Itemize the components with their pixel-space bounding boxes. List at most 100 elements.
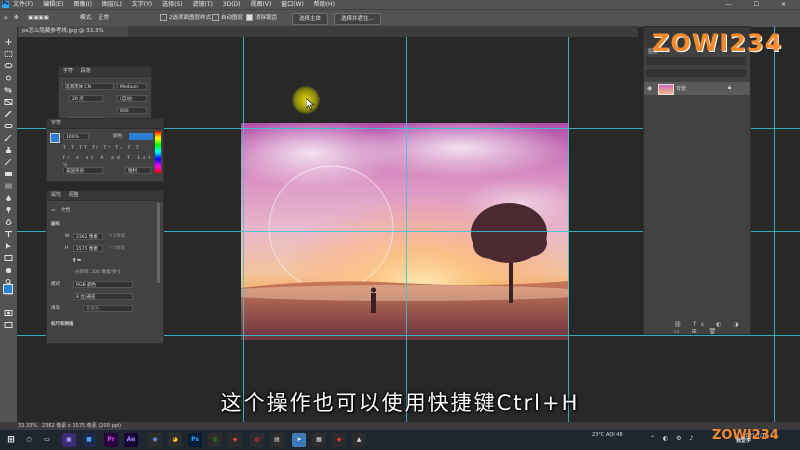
eraser-tool-icon[interactable] [4, 171, 13, 177]
language-select[interactable]: 美国英语 [63, 167, 103, 174]
layer-name[interactable]: 背景 [676, 85, 686, 92]
gradient-tool-icon[interactable] [4, 183, 13, 189]
menu-image[interactable]: 图像(I) [73, 1, 91, 8]
fill-select[interactable]: 背景色 [83, 305, 133, 312]
menu-filter[interactable]: 滤镜(T) [193, 1, 213, 8]
text-color-swatch[interactable] [50, 133, 60, 143]
home-icon[interactable]: ⌂ [4, 10, 8, 27]
leading-field[interactable]: (自动) [117, 95, 147, 102]
opentype-buttons[interactable]: fi ∂ st A ad T 1st ½ [63, 155, 163, 168]
path-selection-tool-icon[interactable] [4, 243, 13, 249]
tab-character[interactable]: 字符 [63, 68, 73, 74]
menu-help[interactable]: 帮助(H) [314, 1, 335, 8]
photoshop-taskbar-icon[interactable]: Ps [188, 433, 202, 447]
app-icon-10[interactable]: ▲ [352, 433, 366, 447]
weather-text[interactable]: 23°C AQI 48 [592, 432, 623, 438]
crop-tool-icon[interactable] [4, 87, 13, 93]
menu-window[interactable]: 窗口(W) [281, 1, 304, 8]
window-controls[interactable]: — ☐ ✕ [726, 0, 796, 9]
dodge-tool-icon[interactable] [4, 207, 13, 213]
app-icon-9[interactable]: ◆ [332, 433, 346, 447]
rectangle-tool-icon[interactable] [4, 255, 13, 261]
menu-layer[interactable]: 图层(L) [102, 1, 122, 8]
windows-start-icon[interactable]: ⊞ [4, 433, 18, 447]
search-icon[interactable]: ○ [22, 433, 36, 447]
wechat-icon[interactable]: ◎ [208, 433, 222, 447]
selection-mode-icons[interactable]: ▣▣▣▣ [28, 10, 49, 27]
history-brush-tool-icon[interactable] [4, 159, 13, 165]
pen-tool-icon[interactable] [4, 219, 13, 225]
check-option-3[interactable]: 消除锯齿 [246, 10, 277, 27]
font-size-field[interactable]: 20 点 [69, 95, 103, 102]
check-option-2[interactable]: 自动图层 [212, 10, 243, 27]
document-tab[interactable]: ps怎么隐藏参考线.jpg @ 33.3%(RGB/8#) * [18, 26, 128, 45]
guide-vertical[interactable] [406, 37, 407, 430]
app-icon-1[interactable]: ▣ [62, 433, 76, 447]
frame-tool-icon[interactable] [4, 99, 13, 105]
y-field[interactable]: Y 0像素 [109, 245, 125, 252]
type-tool-icon[interactable] [4, 231, 13, 237]
menu-type[interactable]: 文字(Y) [132, 1, 152, 8]
width-field[interactable]: 2362 像素 [73, 233, 103, 240]
layer-panel-footer-icons[interactable]: ⛓ fx ◐ ◑ ▭ ⊞ 🗑︎ [674, 321, 750, 335]
app-icon-8[interactable]: ▦ [312, 433, 326, 447]
layer-row-background[interactable]: ◉ 背景 🔒︎ [644, 82, 750, 95]
select-subject-button[interactable]: 选择主体 [292, 13, 329, 25]
blur-tool-icon[interactable] [4, 195, 13, 201]
app-icon-6[interactable]: ▤ [270, 433, 284, 447]
menu-select[interactable]: 选择(S) [162, 1, 183, 8]
hand-tool-icon[interactable] [4, 267, 13, 273]
guide-vertical[interactable] [568, 37, 569, 430]
font-style-select[interactable]: Medium [117, 83, 147, 90]
menu-3d[interactable]: 3D(D) [223, 1, 241, 8]
x-field[interactable]: X 0像素 [109, 233, 125, 240]
canvas-section-title[interactable]: 画布 [51, 221, 60, 228]
zoom-level[interactable]: 33.33% [18, 422, 37, 430]
tab-adjustments[interactable]: 调整 [69, 192, 79, 198]
bit-depth-select[interactable]: 8 位/通道 [73, 293, 133, 300]
properties-scrollbar[interactable] [157, 203, 160, 283]
marquee-tool-icon[interactable] [4, 51, 13, 57]
app-icon-2[interactable]: ■ [82, 433, 96, 447]
eye-icon[interactable]: ◉ [647, 85, 652, 92]
move-tool-icon[interactable] [4, 39, 13, 45]
foreground-color-swatch[interactable] [3, 284, 13, 294]
quick-mask-icon[interactable] [4, 310, 13, 316]
premiere-icon[interactable]: Pr [104, 433, 118, 447]
move-tool-icon[interactable]: ✥ [14, 10, 19, 27]
eyedropper-tool-icon[interactable] [4, 111, 13, 117]
clone-stamp-tool-icon[interactable] [4, 147, 13, 153]
rulers-grid-section[interactable]: 标尺和网格 [51, 321, 74, 328]
font-family-select[interactable]: 思源黑体 CN [62, 83, 114, 90]
antialias-select[interactable]: 锐利 [125, 167, 151, 174]
mode-select[interactable]: 正常 [98, 10, 109, 27]
guide-vertical[interactable] [774, 26, 775, 422]
app-icon-3[interactable]: ◉ [148, 433, 162, 447]
menu-file[interactable]: 文件(F) [13, 1, 33, 8]
guide-vertical[interactable] [243, 37, 244, 430]
tab-properties[interactable]: 属性 [51, 192, 61, 198]
menu-view[interactable]: 视图(V) [250, 1, 271, 8]
tab-paragraph[interactable]: 段落 [81, 68, 91, 74]
orientation-icons[interactable]: ▮ ▬ [73, 257, 81, 264]
tray-icons[interactable]: ⌃ ◐ ⚙ ♪ [650, 435, 696, 442]
color-mode-select[interactable]: RGB 颜色 [73, 281, 133, 288]
color-bar[interactable] [129, 133, 153, 140]
brush-tool-icon[interactable] [4, 135, 13, 141]
check-option-1[interactable]: 2选项面图层样式 [160, 10, 211, 27]
task-view-icon[interactable]: ▭ [40, 433, 54, 447]
tab-character-2[interactable]: 字符 [51, 120, 61, 126]
chrome-icon[interactable]: ◕ [168, 433, 182, 447]
color-spectrum-bar[interactable] [155, 131, 161, 173]
menu-edit[interactable]: 编辑(E) [43, 1, 63, 8]
scale-field[interactable]: 100% [63, 133, 89, 140]
healing-brush-tool-icon[interactable] [4, 123, 13, 129]
select-and-mask-button[interactable]: 选择并遮住... [334, 13, 381, 25]
app-icon-5[interactable]: ◍ [250, 433, 264, 447]
after-effects-icon[interactable]: Ae [124, 433, 138, 447]
screen-mode-icon[interactable] [4, 322, 13, 328]
app-icon-4[interactable]: ◈ [228, 433, 242, 447]
app-icon-7[interactable]: ➤ [292, 433, 306, 447]
blend-mode-bar[interactable] [646, 69, 746, 77]
text-style-buttons[interactable]: T T TT Tr T¹ T₁ T T [63, 145, 140, 152]
